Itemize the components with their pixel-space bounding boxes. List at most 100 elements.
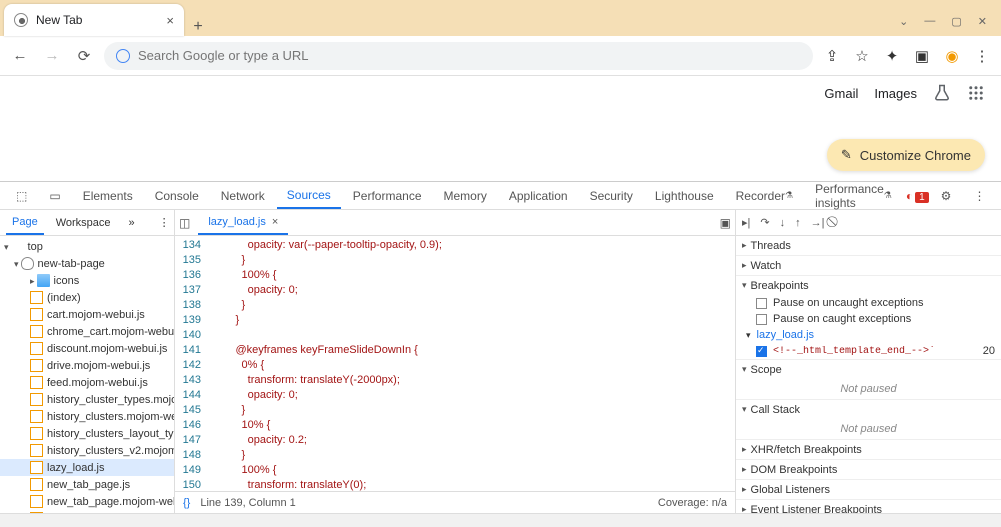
tree-item[interactable]: history_clusters.mojom-web… [0,408,174,425]
jsfile-icon [30,478,43,491]
section-dom[interactable]: DOM Breakpoints [736,460,1001,479]
pause-caught-row[interactable]: Pause on caught exceptions [736,311,1001,327]
editor-tab-close-icon[interactable]: × [272,216,278,228]
tree-item[interactable]: (index) [0,289,174,306]
section-global[interactable]: Global Listeners [736,480,1001,499]
devtools-tab-console[interactable]: Console [145,182,209,209]
section-event[interactable]: Event Listener Breakpoints [736,500,1001,513]
devtools-tab-network[interactable]: Network [211,182,275,209]
toggle-debugger-icon[interactable]: ▣ [720,216,731,230]
debugger-control-icon[interactable]: ▸| [742,216,750,229]
devtools-tab-performance[interactable]: Performance [343,182,432,209]
debugger-toolbar: ▸|↷↓↑→|⃠ [736,210,1001,236]
profile-avatar-icon[interactable]: ◉ [941,47,963,65]
code-area[interactable]: 134 135 136 137 138 139 140 141 142 143 … [175,236,735,491]
tree-item[interactable]: new-tab-page [0,255,174,272]
editor-tab[interactable]: lazy_load.js × [198,210,288,235]
section-watch[interactable]: Watch [736,256,1001,275]
tree-item[interactable]: top [0,238,174,255]
section-breakpoints[interactable]: Breakpoints [736,276,1001,295]
checkbox-checked-icon[interactable] [756,346,767,357]
pause-uncaught-row[interactable]: Pause on uncaught exceptions [736,295,1001,311]
navigator-tab-page[interactable]: Page [6,210,44,235]
toggle-navigator-icon[interactable]: ◫ [179,216,190,230]
breakpoint-file-row[interactable]: ▾lazy_load.js [736,327,1001,343]
devtools-tabbar: ⬚ ▭ ElementsConsoleNetworkSourcesPerform… [0,182,1001,210]
back-button[interactable]: ← [8,47,32,64]
breakpoint-line-row[interactable]: <!--_html_template_end_-->`20 [736,343,1001,359]
tree-item[interactable]: icons [0,272,174,289]
tree-item[interactable]: cart.mojom-webui.js [0,306,174,323]
debugger-sidebar: ▸|↷↓↑→|⃠ Threads Watch Breakpoints Pause… [736,210,1001,513]
tree-item[interactable]: chrome_cart.mojom-webui.… [0,323,174,340]
images-link[interactable]: Images [874,86,917,101]
reload-button[interactable]: ⟳ [72,47,96,65]
pretty-print-icon[interactable]: {} [183,497,190,509]
window-maximize-icon[interactable]: ▢ [951,15,961,28]
page-content: Gmail Images ✎ Customize Chrome [0,76,1001,181]
window-dropdown-icon[interactable]: ⌄ [899,15,908,28]
omnibox[interactable] [104,42,813,70]
extensions-icon[interactable]: ✦ [881,47,903,65]
section-threads[interactable]: Threads [736,236,1001,255]
devtools-tab-sources[interactable]: Sources [277,182,341,209]
tree-item[interactable]: lazy_load.js [0,459,174,476]
devtools-tab-memory[interactable]: Memory [434,182,497,209]
side-panel-icon[interactable]: ▣ [911,47,933,65]
tree-item[interactable]: feed.mojom-webui.js [0,374,174,391]
tree-item[interactable]: new_tab_page.js [0,476,174,493]
forward-button[interactable]: → [40,47,64,64]
customize-chrome-button[interactable]: ✎ Customize Chrome [827,139,985,171]
labs-icon[interactable] [933,84,951,102]
tab-close-icon[interactable]: × [166,13,174,28]
browser-tab[interactable]: New Tab × [4,4,184,36]
horizontal-scrollbar[interactable] [0,513,1001,527]
tree-item[interactable]: history_cluster_types.mojon… [0,391,174,408]
devtools-tab-elements[interactable]: Elements [73,182,143,209]
callstack-empty: Not paused [736,419,1001,439]
tree-item[interactable]: history_clusters_layout_type… [0,425,174,442]
debugger-control-icon[interactable]: →| [811,217,825,229]
section-callstack[interactable]: Call Stack [736,400,1001,419]
navigator-tab-workspace[interactable]: Workspace [50,210,117,235]
devtools-tab-application[interactable]: Application [499,182,578,209]
window-close-icon[interactable]: ✕ [978,15,987,28]
page-header-links: Gmail Images [824,84,985,102]
debugger-control-icon[interactable]: ↷ [760,216,769,229]
checkbox-icon[interactable] [756,314,767,325]
jsfile-icon [30,325,43,338]
tree-item[interactable]: history_clusters_v2.mojom-… [0,442,174,459]
device-toggle-icon[interactable]: ▭ [39,182,70,209]
devtools-settings-icon[interactable]: ⚙ [931,182,962,209]
debugger-control-icon[interactable]: ↓ [780,217,786,229]
code-lines[interactable]: opacity: var(--paper-tooltip-opacity, 0.… [207,236,735,491]
navigator-menu-icon[interactable]: ⋮ [153,210,176,235]
devtools-close-icon[interactable]: ✕ [997,182,1001,209]
tree-item[interactable]: discount.mojom-webui.js [0,340,174,357]
jsfile-icon [30,376,43,389]
devtools-tab-recorder[interactable]: Recorder ⚗ [726,182,803,209]
jsfile-icon [30,359,43,372]
bookmark-star-icon[interactable]: ☆ [851,47,873,65]
navigator-tab-more[interactable]: » [123,210,141,235]
devtools-tab-performance-insights[interactable]: Performance insights ⚗ [805,182,902,209]
debugger-control-icon[interactable]: ↑ [795,217,801,229]
devtools-tab-lighthouse[interactable]: Lighthouse [645,182,724,209]
error-badge[interactable]: ◐1 [906,189,929,203]
file-tree[interactable]: topnew-tab-pageicons(index)cart.mojom-we… [0,236,174,513]
devtools-menu-icon[interactable]: ⋮ [963,182,995,209]
apps-grid-icon[interactable] [967,84,985,102]
omnibox-input[interactable] [138,48,801,63]
section-xhr[interactable]: XHR/fetch Breakpoints [736,440,1001,459]
gmail-link[interactable]: Gmail [824,86,858,101]
browser-menu-icon[interactable]: ⋮ [971,47,993,65]
section-scope[interactable]: Scope [736,360,1001,379]
tree-item[interactable]: drive.mojom-webui.js [0,357,174,374]
share-icon[interactable]: ⇪ [821,47,843,65]
inspect-icon[interactable]: ⬚ [6,182,37,209]
new-tab-button[interactable]: + [184,18,212,36]
window-minimize-icon[interactable]: — [924,15,935,28]
tree-item[interactable]: new_tab_page.mojom-webu… [0,493,174,510]
devtools-tab-security[interactable]: Security [580,182,643,209]
checkbox-icon[interactable] [756,298,767,309]
